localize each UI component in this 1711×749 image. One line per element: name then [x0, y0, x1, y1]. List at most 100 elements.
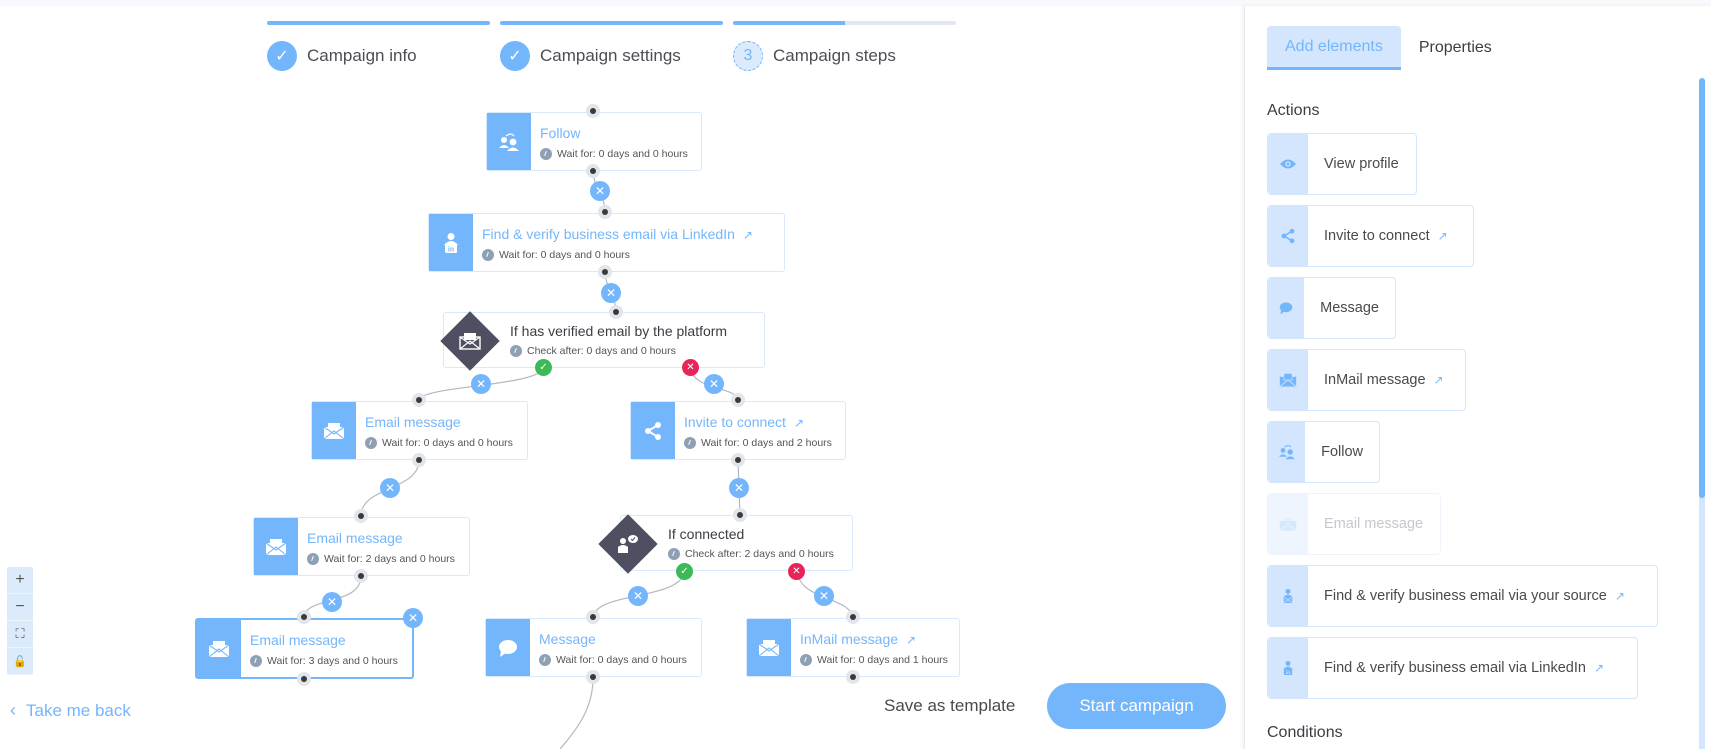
- no-branch-icon[interactable]: ✕: [682, 359, 699, 376]
- input-port[interactable]: [598, 205, 612, 219]
- output-port[interactable]: [846, 670, 860, 684]
- clock-icon: [482, 249, 494, 261]
- remove-edge-button[interactable]: ✕: [471, 374, 491, 394]
- node-wait: Wait for: 3 days and 0 hours: [267, 655, 398, 667]
- action-card-follow[interactable]: Follow: [1267, 421, 1380, 483]
- external-link-icon[interactable]: ↗: [794, 416, 804, 430]
- lock-button[interactable]: 🔓: [7, 648, 33, 675]
- step-number: 3: [733, 41, 763, 71]
- external-link-icon[interactable]: ↗: [1615, 589, 1625, 603]
- output-port[interactable]: [412, 453, 426, 467]
- person-chat-icon: [611, 529, 645, 559]
- share-icon: [1268, 206, 1308, 266]
- clock-icon: [540, 148, 552, 160]
- yes-branch-icon[interactable]: ✓: [676, 563, 693, 580]
- step-campaign-steps[interactable]: 3 Campaign steps: [733, 21, 956, 71]
- output-port[interactable]: [731, 453, 745, 467]
- flow-canvas[interactable]: ✓ Campaign info ✓ Campaign settings 3 Campa…: [0, 6, 1244, 749]
- action-card-message[interactable]: Message: [1267, 277, 1396, 339]
- remove-edge-button[interactable]: ✕: [628, 586, 648, 606]
- remove-edge-button[interactable]: ✕: [322, 592, 342, 612]
- panel-scrollbar[interactable]: [1699, 78, 1705, 749]
- scrollbar-thumb[interactable]: [1699, 78, 1705, 498]
- clock-icon: [684, 437, 696, 449]
- flow-node-email-3[interactable]: Email message Wait for: 3 days and 0 hou…: [195, 618, 414, 679]
- flow-condition-if-verified[interactable]: If has verified email by the platform Ch…: [440, 311, 765, 371]
- flow-node-inmail[interactable]: InMail message ↗ Wait for: 0 days and 1 h…: [746, 618, 960, 677]
- tab-properties[interactable]: Properties: [1401, 26, 1510, 70]
- chat-bubble-icon: [486, 619, 530, 676]
- external-link-icon[interactable]: ↗: [1594, 661, 1604, 675]
- clock-icon: [800, 654, 812, 666]
- delete-node-button[interactable]: ✕: [403, 608, 423, 628]
- external-link-icon[interactable]: ↗: [1434, 373, 1444, 387]
- action-card-find-email-linkedin[interactable]: in Find & verify business email via Link…: [1267, 637, 1638, 699]
- chat-bubble-icon: [1268, 278, 1305, 338]
- input-port[interactable]: [297, 610, 311, 624]
- panel-tabs: Add elements Properties: [1267, 26, 1510, 70]
- zoom-in-button[interactable]: +: [7, 567, 33, 594]
- action-card-invite[interactable]: Invite to connect ↗: [1267, 205, 1474, 267]
- input-port[interactable]: [412, 393, 426, 407]
- output-port[interactable]: [586, 670, 600, 684]
- flow-condition-if-connected[interactable]: If connected Check after: 2 days and 0 h…: [598, 514, 853, 574]
- external-link-icon[interactable]: ↗: [743, 228, 753, 242]
- action-card-inmail[interactable]: InMail message ↗: [1267, 349, 1466, 411]
- save-as-template-button[interactable]: Save as template: [884, 696, 1015, 716]
- action-card-view-profile[interactable]: View profile: [1267, 133, 1417, 195]
- flow-node-invite[interactable]: Invite to connect ↗ Wait for: 0 days and …: [630, 401, 846, 460]
- remove-edge-button[interactable]: ✕: [601, 283, 621, 303]
- input-port[interactable]: [846, 610, 860, 624]
- fit-view-icon: ⛶: [15, 626, 25, 641]
- elements-panel: Add elements Properties Actions View pro…: [1244, 6, 1711, 749]
- node-title: Follow: [540, 125, 581, 141]
- node-wait: Wait for: 2 days and 0 hours: [324, 553, 455, 565]
- output-port[interactable]: [354, 569, 368, 583]
- output-port[interactable]: [598, 265, 612, 279]
- action-card-find-email-source[interactable]: Find & verify business email via your so…: [1267, 565, 1658, 627]
- input-port[interactable]: [586, 610, 600, 624]
- input-port[interactable]: [609, 305, 623, 319]
- edge-message-next: [559, 677, 594, 749]
- input-port[interactable]: [354, 509, 368, 523]
- step-campaign-settings[interactable]: ✓ Campaign settings: [500, 21, 723, 71]
- external-link-icon[interactable]: ↗: [906, 633, 916, 647]
- condition-title: If connected: [668, 526, 745, 542]
- node-title: Invite to connect: [684, 414, 786, 430]
- tab-add-elements[interactable]: Add elements: [1267, 26, 1401, 70]
- action-label: View profile: [1324, 156, 1399, 172]
- flow-node-email-1[interactable]: Email message Wait for: 0 days and 0 hou…: [311, 401, 528, 460]
- external-link-icon[interactable]: ↗: [1438, 229, 1448, 243]
- check-icon: ✓: [500, 41, 530, 71]
- output-port[interactable]: [586, 164, 600, 178]
- flow-node-email-2[interactable]: Email message Wait for: 2 days and 0 hou…: [253, 517, 470, 576]
- flow-node-message[interactable]: Message Wait for: 0 days and 0 hours: [485, 618, 702, 677]
- input-port[interactable]: [586, 104, 600, 118]
- input-port[interactable]: [733, 508, 747, 522]
- input-port[interactable]: [731, 393, 745, 407]
- follow-icon: [1268, 422, 1306, 482]
- take-me-back-link[interactable]: ‹ Take me back: [10, 700, 131, 721]
- take-me-back-label: Take me back: [26, 700, 131, 720]
- clock-icon: [668, 548, 680, 560]
- lock-icon: 🔓: [13, 655, 27, 668]
- step-progress-bar: [500, 21, 723, 25]
- zoom-out-button[interactable]: −: [7, 594, 33, 621]
- remove-edge-button[interactable]: ✕: [814, 586, 834, 606]
- node-title: Email message: [307, 530, 403, 546]
- remove-edge-button[interactable]: ✕: [704, 374, 724, 394]
- step-campaign-info[interactable]: ✓ Campaign info: [267, 21, 490, 71]
- remove-edge-button[interactable]: ✕: [729, 478, 749, 498]
- fit-view-button[interactable]: ⛶: [7, 621, 33, 648]
- step-label: Campaign steps: [773, 46, 896, 65]
- yes-branch-icon[interactable]: ✓: [535, 359, 552, 376]
- email-at-icon: [1268, 494, 1308, 554]
- start-campaign-button[interactable]: Start campaign: [1047, 683, 1226, 729]
- clock-icon: [250, 655, 262, 667]
- remove-edge-button[interactable]: ✕: [380, 478, 400, 498]
- output-port[interactable]: [297, 672, 311, 686]
- remove-edge-button[interactable]: ✕: [590, 181, 610, 201]
- no-branch-icon[interactable]: ✕: [788, 563, 805, 580]
- flow-node-find-linkedin[interactable]: in Find & verify business email via Link…: [428, 213, 785, 272]
- flow-node-follow[interactable]: Follow Wait for: 0 days and 0 hours: [486, 112, 702, 171]
